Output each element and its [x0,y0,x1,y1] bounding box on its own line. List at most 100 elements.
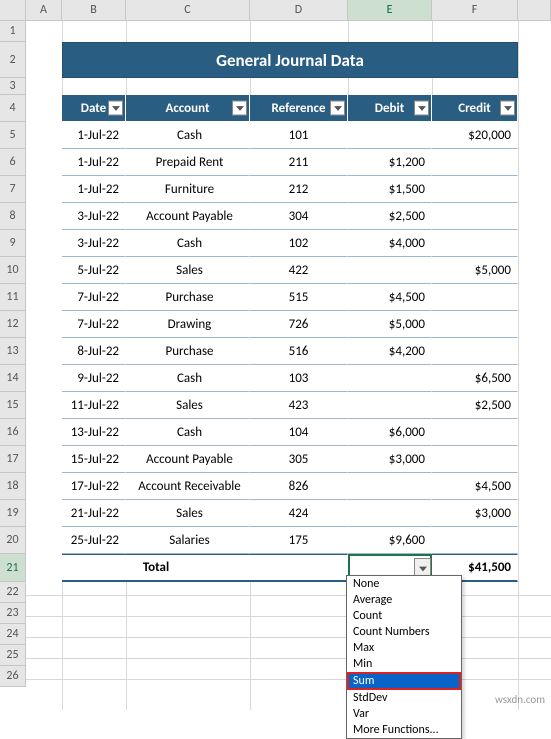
dropdown-option[interactable]: Var [347,706,461,722]
cell-date[interactable]: 17-Jul-22 [62,473,126,500]
cell-credit[interactable] [432,284,518,311]
cell-date[interactable]: 13-Jul-22 [62,419,126,446]
row-22[interactable]: 22 [0,582,26,603]
cell-account[interactable]: Account Payable [126,446,250,473]
dropdown-option[interactable]: Sum [347,672,461,690]
cell-debit[interactable] [348,500,432,527]
cell-credit[interactable]: $4,500 [432,473,518,500]
row-6[interactable]: 6 [0,149,26,176]
filter-button[interactable] [414,101,429,116]
cell-date[interactable]: 25-Jul-22 [62,527,126,554]
cell-reference[interactable]: 101 [250,122,348,149]
cell-reference[interactable]: 102 [250,230,348,257]
header-account[interactable]: Account [126,95,250,122]
cell-date[interactable]: 1-Jul-22 [62,149,126,176]
header-date[interactable]: Date [62,95,126,122]
cell-reference[interactable]: 726 [250,311,348,338]
row-19[interactable]: 19 [0,500,26,527]
row-9[interactable]: 9 [0,230,26,257]
cell-debit[interactable]: $1,500 [348,176,432,203]
cell-reference[interactable]: 305 [250,446,348,473]
col-F[interactable]: F [432,0,518,21]
cell-reference[interactable]: 304 [250,203,348,230]
row-15[interactable]: 15 [0,392,26,419]
dropdown-option[interactable]: StdDev [347,690,461,706]
filter-button[interactable] [500,101,515,116]
cell-debit[interactable] [348,473,432,500]
cell-debit[interactable]: $4,000 [348,230,432,257]
cell-account[interactable]: Cash [126,365,250,392]
cell-date[interactable]: 11-Jul-22 [62,392,126,419]
col-extra[interactable] [518,0,551,21]
cell-account[interactable]: Sales [126,392,250,419]
col-C[interactable]: C [126,0,250,21]
row-17[interactable]: 17 [0,446,26,473]
dropdown-option[interactable]: Count Numbers [347,624,461,640]
dropdown-option[interactable]: Max [347,640,461,656]
col-E[interactable]: E [348,0,432,21]
cell-debit[interactable]: $4,200 [348,338,432,365]
cell-account[interactable]: Cash [126,419,250,446]
cell-account[interactable]: Sales [126,257,250,284]
cell-credit[interactable] [432,446,518,473]
cell-date[interactable]: 1-Jul-22 [62,122,126,149]
cell-credit[interactable] [432,311,518,338]
dropdown-option[interactable]: More Functions... [347,722,461,738]
row-1[interactable]: 1 [0,21,26,42]
cell-date[interactable]: 9-Jul-22 [62,365,126,392]
cell-account[interactable]: Salaries [126,527,250,554]
row-10[interactable]: 10 [0,257,26,284]
cell-credit[interactable] [432,338,518,365]
cell-date[interactable]: 3-Jul-22 [62,230,126,257]
row-13[interactable]: 13 [0,338,26,365]
cell-reference[interactable]: 103 [250,365,348,392]
cell-debit[interactable]: $9,600 [348,527,432,554]
row-12[interactable]: 12 [0,311,26,338]
row-4[interactable]: 4 [0,95,26,122]
row-3[interactable]: 3 [0,78,26,95]
cell-debit[interactable] [348,257,432,284]
cell-reference[interactable]: 422 [250,257,348,284]
cell-date[interactable]: 8-Jul-22 [62,338,126,365]
cell-account[interactable]: Purchase [126,284,250,311]
dropdown-option[interactable]: Average [347,592,461,608]
cell-debit[interactable]: $4,500 [348,284,432,311]
cell-reference[interactable]: 826 [250,473,348,500]
cell-credit[interactable] [432,149,518,176]
row-5[interactable]: 5 [0,122,26,149]
cell-date[interactable]: 5-Jul-22 [62,257,126,284]
row-26[interactable]: 26 [0,666,26,687]
filter-button[interactable] [330,101,345,116]
cell-debit[interactable] [348,365,432,392]
cell-date[interactable]: 3-Jul-22 [62,203,126,230]
cell-reference[interactable]: 104 [250,419,348,446]
row-21[interactable]: 21 [0,554,26,582]
cell-credit[interactable]: $2,500 [432,392,518,419]
cell-debit[interactable]: $2,500 [348,203,432,230]
cell-debit[interactable]: $1,200 [348,149,432,176]
cell-reference[interactable]: 515 [250,284,348,311]
cell-account[interactable]: Sales [126,500,250,527]
row-14[interactable]: 14 [0,365,26,392]
dropdown-option[interactable]: Min [347,656,461,672]
cell-debit[interactable] [348,392,432,419]
cell-account[interactable]: Account Receivable [126,473,250,500]
col-B[interactable]: B [62,0,126,21]
col-A[interactable]: A [26,0,62,21]
header-debit[interactable]: Debit [348,95,432,122]
cell-debit[interactable]: $6,000 [348,419,432,446]
dropdown-option[interactable]: None [347,576,461,592]
cell-account[interactable]: Cash [126,230,250,257]
cell-credit[interactable]: $5,000 [432,257,518,284]
row-11[interactable]: 11 [0,284,26,311]
cell-debit[interactable]: $5,000 [348,311,432,338]
row-16[interactable]: 16 [0,419,26,446]
cell-debit[interactable] [348,122,432,149]
cell-debit[interactable]: $3,000 [348,446,432,473]
cell-date[interactable]: 1-Jul-22 [62,176,126,203]
cell-reference[interactable]: 175 [250,527,348,554]
cell-reference[interactable]: 516 [250,338,348,365]
cell-reference[interactable]: 211 [250,149,348,176]
cell-credit[interactable] [432,419,518,446]
row-24[interactable]: 24 [0,624,26,645]
